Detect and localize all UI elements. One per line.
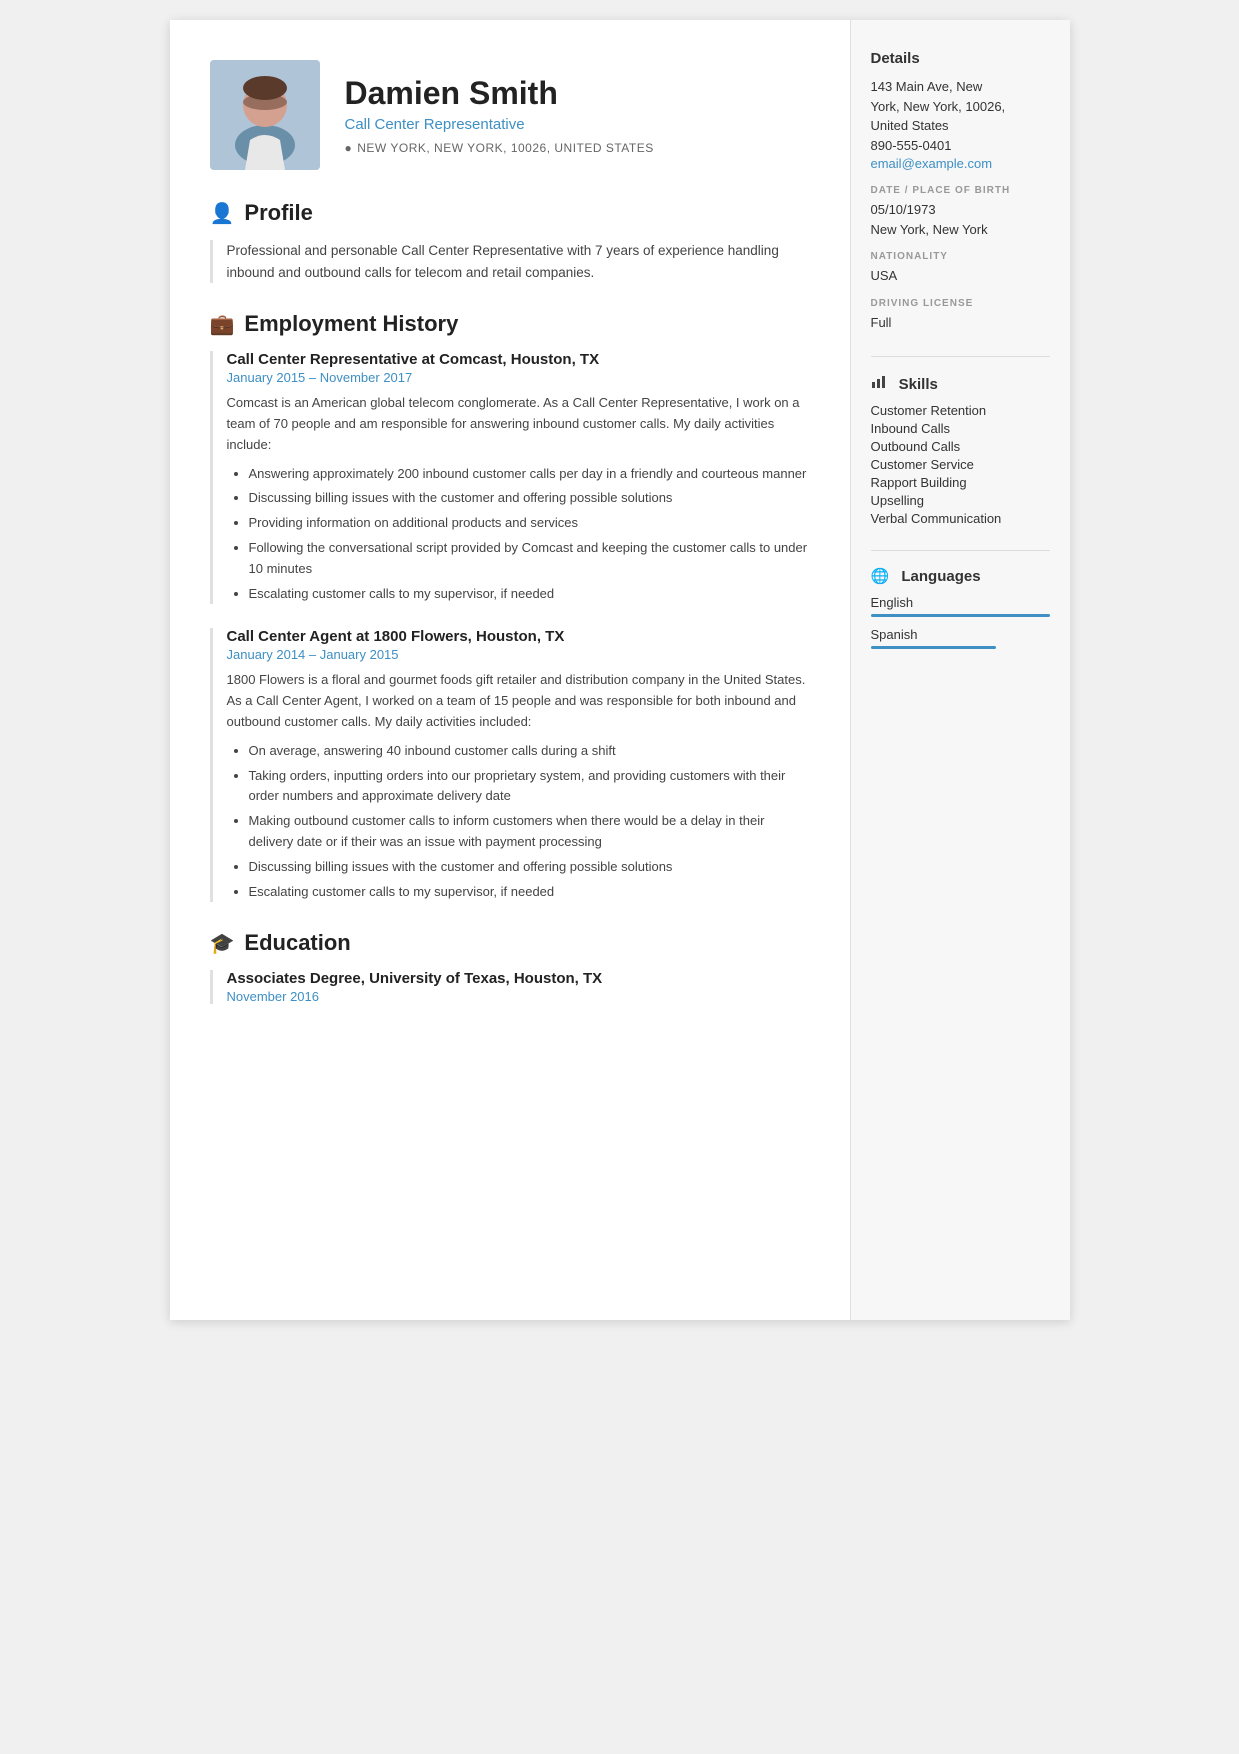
bullet: Answering approximately 200 inbound cust… <box>249 464 810 485</box>
job-bullets-1: Answering approximately 200 inbound cust… <box>227 464 810 605</box>
details-title: Details <box>871 50 1050 67</box>
bullet: Discussing billing issues with the custo… <box>249 857 810 878</box>
employment-icon: 💼 <box>210 312 235 337</box>
employment-section-title: 💼 Employment History <box>210 311 810 337</box>
education-icon: 🎓 <box>210 931 235 956</box>
divider-1 <box>871 356 1050 357</box>
header-info: Damien Smith Call Center Representative … <box>345 75 654 155</box>
sidebar-skills: Skills Customer Retention Inbound Calls … <box>871 373 1050 526</box>
job-desc-2: 1800 Flowers is a floral and gourmet foo… <box>227 670 810 732</box>
employment-section: 💼 Employment History Call Center Represe… <box>210 311 810 902</box>
lang-icon: 🌐 <box>871 567 890 585</box>
skill-6: Upselling <box>871 493 1050 508</box>
bullet: Making outbound customer calls to inform… <box>249 811 810 853</box>
sidebar-languages: 🌐 Languages English Spanish <box>871 567 1050 649</box>
skills-title: Skills <box>871 373 1050 393</box>
job-dates-2: January 2014 – January 2015 <box>227 647 810 662</box>
skills-icon <box>871 373 887 389</box>
education-section: 🎓 Education Associates Degree, Universit… <box>210 930 810 1004</box>
education-section-title: 🎓 Education <box>210 930 810 956</box>
bullet: Discussing billing issues with the custo… <box>249 488 810 509</box>
main-content: Damien Smith Call Center Representative … <box>170 20 850 1320</box>
lang-spanish-name: Spanish <box>871 627 1050 642</box>
bullet: Taking orders, inputting orders into our… <box>249 766 810 808</box>
job-bullets-2: On average, answering 40 inbound custome… <box>227 741 810 903</box>
dob-place: New York, New York <box>871 220 1050 240</box>
skill-2: Inbound Calls <box>871 421 1050 436</box>
job-entry-1: Call Center Representative at Comcast, H… <box>210 351 810 604</box>
dob-label: DATE / PLACE OF BIRTH <box>871 185 1050 196</box>
sidebar: Details 143 Main Ave, NewYork, New York,… <box>850 20 1070 1320</box>
driving-label: DRIVING LICENSE <box>871 298 1050 309</box>
avatar <box>210 60 320 170</box>
job-title-2: Call Center Agent at 1800 Flowers, Houst… <box>227 628 810 645</box>
edu-entry-1: Associates Degree, University of Texas, … <box>210 970 810 1004</box>
divider-2 <box>871 550 1050 551</box>
bullet: Escalating customer calls to my supervis… <box>249 584 810 605</box>
resume-page: Damien Smith Call Center Representative … <box>170 20 1070 1320</box>
job-dates-1: January 2015 – November 2017 <box>227 370 810 385</box>
dob: 05/10/1973 <box>871 200 1050 220</box>
lang-english-name: English <box>871 595 1050 610</box>
candidate-job-title: Call Center Representative <box>345 116 654 133</box>
nationality-label: NATIONALITY <box>871 251 1050 262</box>
skill-7: Verbal Communication <box>871 511 1050 526</box>
profile-text: Professional and personable Call Center … <box>210 240 810 283</box>
job-desc-1: Comcast is an American global telecom co… <box>227 393 810 455</box>
phone: 890-555-0401 <box>871 136 1050 156</box>
nationality: USA <box>871 266 1050 286</box>
profile-section: 👤 Profile Professional and personable Ca… <box>210 200 810 283</box>
languages-title: 🌐 Languages <box>871 567 1050 585</box>
candidate-location: ● NEW YORK, NEW YORK, 10026, UNITED STAT… <box>345 141 654 155</box>
edu-date: November 2016 <box>227 989 810 1004</box>
job-entry-2: Call Center Agent at 1800 Flowers, Houst… <box>210 628 810 902</box>
profile-icon: 👤 <box>210 201 235 226</box>
skill-5: Rapport Building <box>871 475 1050 490</box>
lang-english-bar <box>871 614 1050 617</box>
skill-3: Outbound Calls <box>871 439 1050 454</box>
candidate-name: Damien Smith <box>345 75 654 112</box>
profile-section-title: 👤 Profile <box>210 200 810 226</box>
lang-english: English <box>871 595 1050 617</box>
bullet: On average, answering 40 inbound custome… <box>249 741 810 762</box>
bullet: Providing information on additional prod… <box>249 513 810 534</box>
sidebar-details: Details 143 Main Ave, NewYork, New York,… <box>871 50 1050 332</box>
location-icon: ● <box>345 141 353 155</box>
bullet: Following the conversational script prov… <box>249 538 810 580</box>
driving: Full <box>871 313 1050 333</box>
email-link[interactable]: email@example.com <box>871 156 993 171</box>
skill-1: Customer Retention <box>871 403 1050 418</box>
lang-spanish-bar <box>871 646 996 649</box>
address: 143 Main Ave, NewYork, New York, 10026,U… <box>871 77 1050 136</box>
header: Damien Smith Call Center Representative … <box>210 60 810 170</box>
lang-spanish: Spanish <box>871 627 1050 649</box>
job-title-1: Call Center Representative at Comcast, H… <box>227 351 810 368</box>
edu-degree: Associates Degree, University of Texas, … <box>227 970 810 987</box>
skill-4: Customer Service <box>871 457 1050 472</box>
bullet: Escalating customer calls to my supervis… <box>249 882 810 903</box>
